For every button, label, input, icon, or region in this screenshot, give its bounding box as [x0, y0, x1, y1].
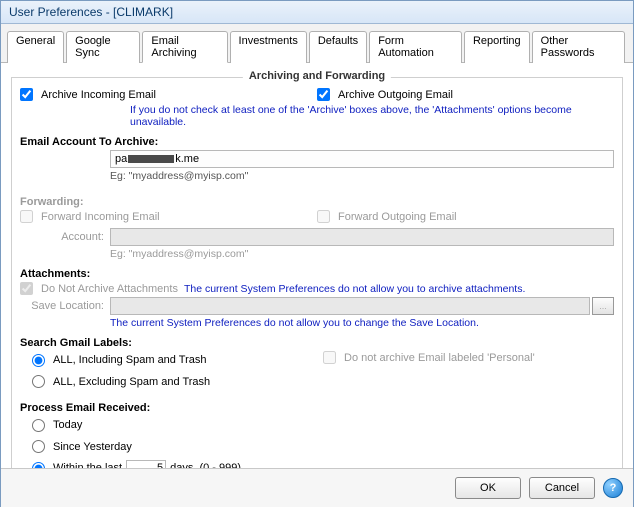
process-days-input[interactable] — [126, 460, 166, 468]
attachments-heading: Attachments: — [20, 268, 614, 280]
process-email-heading: Process Email Received: — [20, 402, 614, 414]
tab-reporting[interactable]: Reporting — [464, 31, 530, 63]
archive-incoming-checkbox[interactable]: Archive Incoming Email — [20, 88, 156, 101]
email-account-example: Eg: "myaddress@myisp.com" — [110, 170, 614, 182]
cancel-button[interactable]: Cancel — [529, 477, 595, 499]
tab-strip: GeneralGoogle SyncEmail ArchivingInvestm… — [1, 24, 633, 63]
attachments-warning-2: The current System Preferences do not al… — [110, 317, 614, 329]
window-title: User Preferences - [CLIMARK] — [1, 1, 633, 24]
tab-email-archiving[interactable]: Email Archiving — [142, 31, 227, 63]
archive-outgoing-label: Archive Outgoing Email — [338, 89, 453, 101]
tab-content: Archiving and Forwarding Archive Incomin… — [1, 63, 633, 468]
archive-warning: If you do not check at least one of the … — [130, 104, 614, 128]
save-location-input — [110, 297, 590, 315]
gmail-all-including-radio[interactable]: ALL, Including Spam and Trash — [32, 351, 206, 369]
tab-form-automation[interactable]: Form Automation — [369, 31, 462, 63]
forward-outgoing-checkbox: Forward Outgoing Email — [317, 210, 457, 223]
dialog-footer: OK Cancel ? — [1, 468, 633, 507]
ok-button[interactable]: OK — [455, 477, 521, 499]
archive-outgoing-checkbox[interactable]: Archive Outgoing Email — [317, 88, 453, 101]
process-within-last-radio[interactable]: Within the last days. (0 - 999) — [32, 459, 241, 468]
archiving-groupbox: Archiving and Forwarding Archive Incomin… — [11, 77, 623, 468]
gmail-all-excluding-radio[interactable]: ALL, Excluding Spam and Trash — [32, 373, 210, 391]
attachments-warning-1: The current System Preferences do not al… — [184, 283, 525, 295]
process-today-radio[interactable]: Today — [32, 416, 82, 434]
tab-defaults[interactable]: Defaults — [309, 31, 367, 63]
tab-google-sync[interactable]: Google Sync — [66, 31, 140, 63]
tab-general[interactable]: General — [7, 31, 64, 63]
forward-account-label: Account: — [20, 231, 110, 243]
forward-account-example: Eg: "myaddress@myisp.com" — [110, 248, 614, 260]
email-account-input[interactable]: pak.me — [110, 150, 614, 168]
forward-incoming-checkbox: Forward Incoming Email — [20, 210, 160, 223]
groupbox-title: Archiving and Forwarding — [243, 70, 391, 82]
help-icon[interactable]: ? — [603, 478, 623, 498]
do-not-archive-attachments-checkbox: Do Not Archive Attachments — [20, 282, 178, 295]
tab-investments[interactable]: Investments — [230, 31, 307, 63]
tab-other-passwords[interactable]: Other Passwords — [532, 31, 625, 63]
forward-account-input — [110, 228, 614, 246]
save-location-label: Save Location: — [20, 300, 110, 312]
redacted-mask — [128, 155, 174, 163]
gmail-labels-heading: Search Gmail Labels: — [20, 337, 614, 349]
gmail-personal-checkbox: Do not archive Email labeled 'Personal' — [323, 351, 535, 364]
process-since-yesterday-radio[interactable]: Since Yesterday — [32, 438, 132, 456]
forwarding-heading: Forwarding: — [20, 196, 614, 208]
archive-incoming-label: Archive Incoming Email — [41, 89, 156, 101]
browse-button: ... — [592, 297, 614, 315]
email-account-heading: Email Account To Archive: — [20, 136, 614, 148]
